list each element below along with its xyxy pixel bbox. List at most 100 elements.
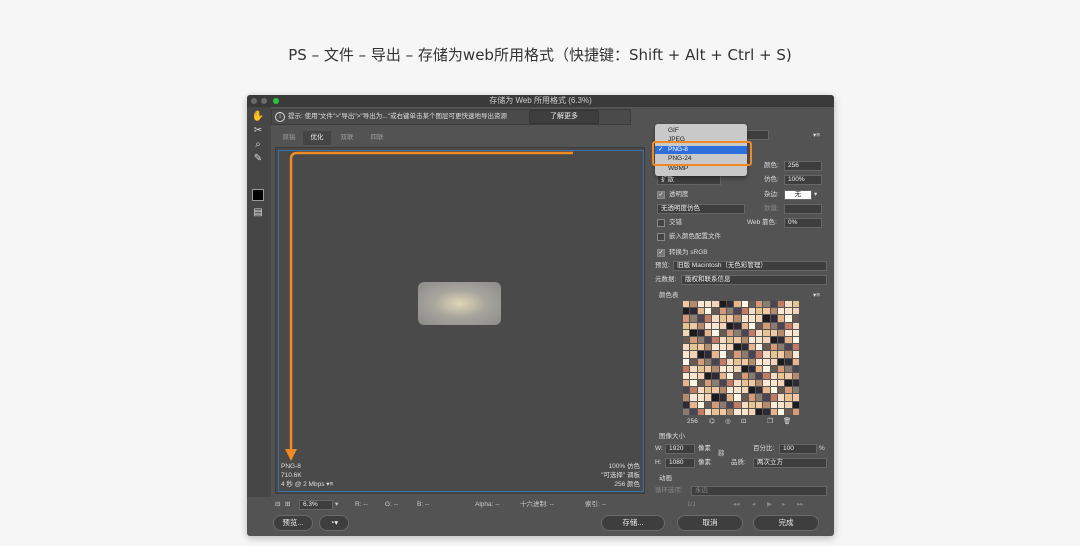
color-swatch[interactable]	[756, 380, 763, 387]
eyedropper-tool-icon[interactable]: ✎	[251, 153, 265, 165]
color-swatch[interactable]	[756, 344, 763, 351]
color-swatch[interactable]	[792, 315, 799, 322]
color-swatch[interactable]	[734, 387, 741, 394]
tab-2-up[interactable]: 双联	[333, 131, 361, 145]
color-table-menu-icon[interactable]: ▾≡	[813, 291, 820, 301]
color-swatch[interactable]	[785, 308, 792, 315]
color-swatch[interactable]	[690, 344, 697, 351]
color-swatch[interactable]	[763, 380, 770, 387]
color-swatch[interactable]	[734, 351, 741, 358]
color-swatch[interactable]	[748, 380, 756, 387]
cancel-button[interactable]: 取消	[677, 515, 743, 531]
color-swatch[interactable]	[770, 394, 778, 401]
color-swatch[interactable]	[785, 408, 792, 415]
color-swatch[interactable]	[756, 329, 763, 336]
color-swatch[interactable]	[748, 387, 756, 394]
color-swatch[interactable]	[712, 336, 719, 344]
color-swatch[interactable]	[763, 372, 770, 380]
color-swatch[interactable]	[763, 365, 770, 372]
color-swatch[interactable]	[756, 408, 763, 415]
color-swatch[interactable]	[719, 315, 726, 322]
new-color-icon[interactable]: ❐	[767, 417, 773, 427]
zoom-level-field[interactable]: 6.3%	[299, 500, 333, 510]
color-swatch[interactable]	[726, 358, 734, 365]
color-swatch[interactable]	[719, 380, 726, 387]
color-swatch[interactable]	[712, 344, 719, 351]
color-swatch[interactable]	[683, 336, 690, 344]
color-swatch[interactable]	[778, 408, 785, 415]
color-swatch[interactable]	[690, 308, 697, 315]
done-button[interactable]: 完成	[753, 515, 819, 531]
color-swatch[interactable]	[704, 401, 712, 408]
percent-field[interactable]: 100	[779, 444, 817, 454]
color-swatch[interactable]	[697, 358, 704, 365]
learn-more-button[interactable]: 了解更多	[529, 110, 599, 124]
color-swatch[interactable]	[778, 336, 785, 344]
web-shift-icon[interactable]: ◎	[725, 417, 731, 427]
zoom-tool-icon[interactable]: ⌕	[251, 139, 265, 151]
color-swatch[interactable]	[734, 322, 741, 329]
color-swatch[interactable]	[770, 329, 778, 336]
color-swatch[interactable]	[704, 329, 712, 336]
color-swatch[interactable]	[763, 351, 770, 358]
color-swatch[interactable]	[697, 336, 704, 344]
color-swatch[interactable]	[756, 336, 763, 344]
interlaced-checkbox[interactable]	[657, 219, 665, 227]
color-swatch[interactable]	[704, 336, 712, 344]
color-swatch[interactable]	[690, 394, 697, 401]
color-swatch[interactable]	[792, 380, 799, 387]
color-swatch[interactable]	[741, 322, 748, 329]
color-swatch[interactable]	[763, 329, 770, 336]
color-swatch[interactable]	[785, 380, 792, 387]
color-swatch[interactable]	[778, 358, 785, 365]
reduction-select[interactable]: 扩散	[657, 175, 721, 185]
color-swatch[interactable]	[719, 372, 726, 380]
color-swatch[interactable]	[734, 401, 741, 408]
prev-frame-icon[interactable]: ◂	[752, 500, 755, 510]
color-swatch[interactable]	[719, 401, 726, 408]
metadata-select[interactable]: 版权和联系信息	[681, 275, 827, 285]
color-swatch[interactable]	[726, 301, 734, 308]
color-swatch[interactable]	[748, 301, 756, 308]
dither-amount-field[interactable]: 100%	[784, 175, 822, 185]
color-swatch[interactable]	[726, 380, 734, 387]
color-swatch[interactable]	[792, 308, 799, 315]
tab-original[interactable]: 原稿	[275, 131, 303, 145]
color-swatch[interactable]	[778, 394, 785, 401]
color-swatch[interactable]	[712, 358, 719, 365]
color-swatch[interactable]	[697, 315, 704, 322]
color-swatch[interactable]	[778, 301, 785, 308]
color-swatch[interactable]	[726, 408, 734, 415]
color-swatch[interactable]	[712, 372, 719, 380]
minimize-window-button[interactable]	[261, 98, 267, 104]
color-swatch[interactable]	[792, 387, 799, 394]
slice-select-tool-icon[interactable]: ✂	[251, 125, 265, 137]
color-swatch[interactable]	[741, 372, 748, 380]
color-swatch[interactable]	[763, 315, 770, 322]
color-swatch[interactable]	[704, 308, 712, 315]
color-swatch[interactable]	[792, 365, 799, 372]
color-swatch[interactable]	[683, 301, 690, 308]
color-swatch[interactable]	[741, 315, 748, 322]
color-swatch[interactable]	[785, 301, 792, 308]
color-swatch[interactable]	[704, 301, 712, 308]
color-swatch[interactable]	[697, 394, 704, 401]
color-swatch[interactable]	[734, 308, 741, 315]
color-swatch[interactable]	[778, 387, 785, 394]
color-swatch[interactable]	[712, 315, 719, 322]
color-swatch[interactable]	[690, 380, 697, 387]
color-swatch[interactable]	[778, 372, 785, 380]
color-swatch[interactable]	[792, 344, 799, 351]
color-swatch[interactable]	[712, 401, 719, 408]
color-swatch[interactable]	[770, 380, 778, 387]
color-swatch[interactable]	[726, 365, 734, 372]
color-swatch[interactable]	[690, 408, 697, 415]
color-swatch[interactable]	[748, 358, 756, 365]
zoom-window-button[interactable]	[273, 98, 279, 104]
delete-color-icon[interactable]: 🗑	[783, 417, 791, 427]
color-swatch[interactable]	[748, 408, 756, 415]
color-swatch[interactable]	[712, 380, 719, 387]
color-swatch[interactable]	[704, 322, 712, 329]
color-swatch[interactable]	[792, 408, 799, 415]
color-swatch[interactable]	[683, 351, 690, 358]
